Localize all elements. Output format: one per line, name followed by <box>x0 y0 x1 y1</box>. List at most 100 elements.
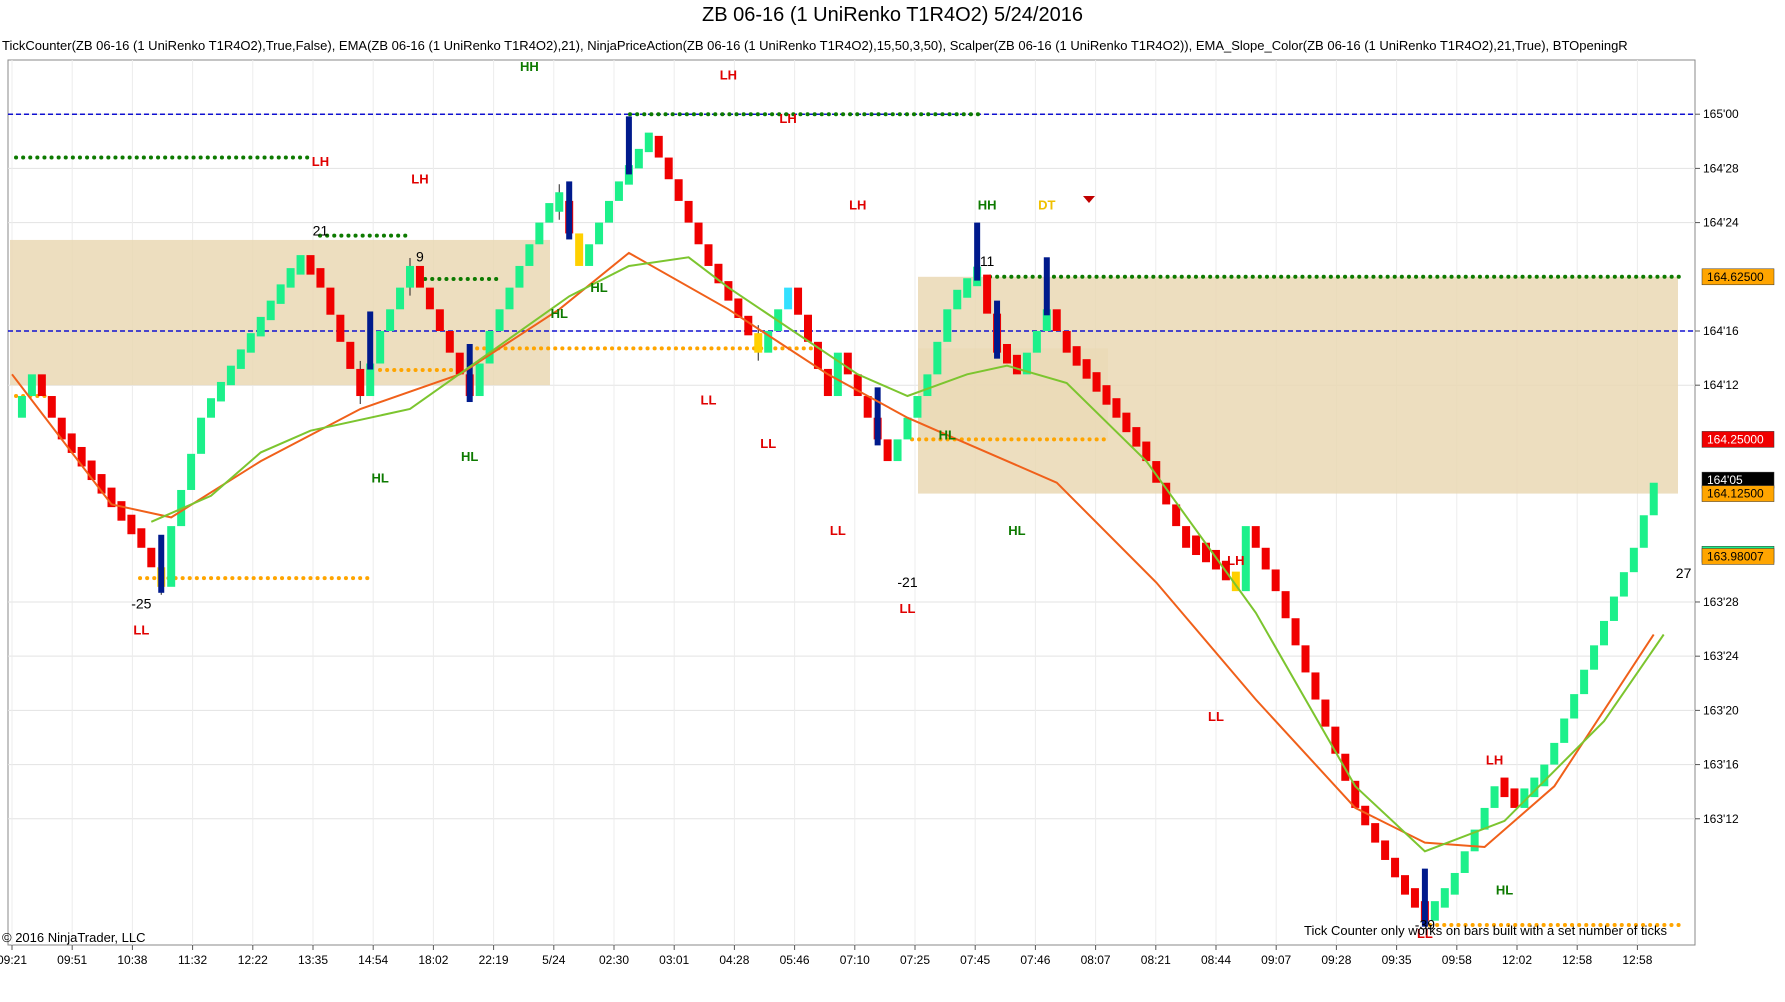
down-brick <box>1311 672 1320 700</box>
swing-label: HL <box>371 471 388 486</box>
down-brick <box>654 135 663 158</box>
down-brick <box>1182 526 1191 548</box>
y-tick-label: 164'24 <box>1703 216 1739 230</box>
up-brick <box>396 287 405 310</box>
up-brick <box>485 330 494 364</box>
x-tick-label: 08:21 <box>1141 953 1171 967</box>
down-brick <box>1361 805 1370 826</box>
down-brick <box>1410 888 1419 908</box>
down-brick <box>1192 535 1201 556</box>
up-brick <box>495 309 504 331</box>
up-brick <box>286 268 295 288</box>
up-brick <box>1639 515 1648 548</box>
down-brick <box>843 352 852 375</box>
x-tick-label: 10:38 <box>117 953 147 967</box>
renko-chart[interactable]: 165'00 164'28 164'24 164'16 164'12 163'28 163'… <box>0 0 1785 1002</box>
x-tick-label: 09:58 <box>1442 953 1472 967</box>
down-brick <box>306 255 315 275</box>
swing-label: LL <box>701 393 717 408</box>
down-brick <box>415 265 424 288</box>
down-brick <box>1122 412 1131 433</box>
swing-label: LH <box>779 111 796 126</box>
price-tag: 164.25000 <box>1701 431 1775 448</box>
down-brick <box>77 446 86 467</box>
down-brick <box>1321 699 1330 727</box>
y-tick-label: 165'00 <box>1703 107 1739 121</box>
down-brick <box>674 179 683 201</box>
up-brick <box>296 255 305 275</box>
swing-label: LH <box>720 68 737 83</box>
reversal-bar <box>367 311 374 370</box>
up-brick <box>246 333 255 353</box>
x-tick-label: 22:19 <box>479 953 509 967</box>
price-tag-label: 164.12500 <box>1707 487 1764 501</box>
swing-label: HL <box>939 427 956 442</box>
x-tick-label: 5/24 <box>542 953 566 967</box>
down-brick <box>684 200 693 223</box>
down-brick <box>1500 777 1509 798</box>
reversal-bar <box>158 534 165 593</box>
up-brick <box>595 222 604 245</box>
down-brick <box>1072 346 1081 366</box>
up-brick <box>216 381 225 402</box>
y-tick-label: 163'20 <box>1703 703 1739 717</box>
up-brick <box>943 309 952 342</box>
down-brick <box>1052 309 1061 331</box>
down-brick <box>356 368 365 397</box>
x-tick-label: 07:46 <box>1020 953 1050 967</box>
up-brick <box>903 417 912 440</box>
swing-label: HL <box>1008 523 1025 538</box>
swing-label: LH <box>312 154 329 169</box>
x-tick-label: 09:21 <box>0 953 27 967</box>
down-brick <box>1381 840 1390 860</box>
price-tag-label: 164.25000 <box>1707 432 1764 446</box>
x-tick-label: 03:01 <box>659 953 689 967</box>
down-brick <box>326 287 335 315</box>
reversal-bar <box>466 343 473 403</box>
swing-label: LL <box>900 601 916 616</box>
up-brick <box>276 284 285 304</box>
up-brick <box>1600 620 1608 646</box>
x-tick-label: 05:46 <box>780 953 810 967</box>
up-brick <box>376 330 385 364</box>
down-brick <box>575 233 584 266</box>
up-brick <box>555 192 564 212</box>
down-brick <box>1301 645 1310 673</box>
swing-label: LL <box>760 436 776 451</box>
swing-label: HH <box>978 198 997 213</box>
down-brick <box>47 396 56 418</box>
price-tag-label: 164'05 <box>1707 473 1743 487</box>
up-brick <box>1570 694 1579 719</box>
tick-count-label: 11 <box>980 253 995 269</box>
up-brick <box>1619 572 1628 597</box>
swing-label: HL <box>461 449 478 464</box>
up-brick <box>207 398 215 418</box>
reversal-bar <box>1043 257 1050 316</box>
up-brick <box>605 200 613 223</box>
x-tick-label: 08:44 <box>1201 953 1231 967</box>
y-tick-label: 163'16 <box>1703 758 1739 772</box>
up-brick <box>505 287 514 310</box>
plot-area <box>7 59 1696 946</box>
up-brick <box>614 181 623 201</box>
copyright-notice: © 2016 NinjaTrader, LLC <box>2 930 146 945</box>
swing-label: LH <box>1227 553 1244 568</box>
up-brick <box>256 316 265 337</box>
swing-label: LH <box>411 172 428 187</box>
x-tick-label: 07:10 <box>840 953 870 967</box>
down-brick <box>1062 330 1071 353</box>
up-brick <box>1550 742 1559 765</box>
up-brick <box>187 453 196 490</box>
price-tag: 164.62500 <box>1701 268 1775 286</box>
x-tick-label: 08:07 <box>1081 953 1111 967</box>
reversal-bar <box>566 181 573 240</box>
x-tick-label: 12:58 <box>1622 953 1652 967</box>
up-brick <box>923 374 932 397</box>
tick-count-label: 21 <box>313 223 329 239</box>
swing-label: HH <box>520 59 539 74</box>
y-tick-label: 164'16 <box>1703 324 1739 338</box>
up-brick <box>515 265 524 288</box>
down-brick <box>664 157 673 180</box>
down-brick <box>1112 398 1121 418</box>
up-brick <box>953 289 962 310</box>
